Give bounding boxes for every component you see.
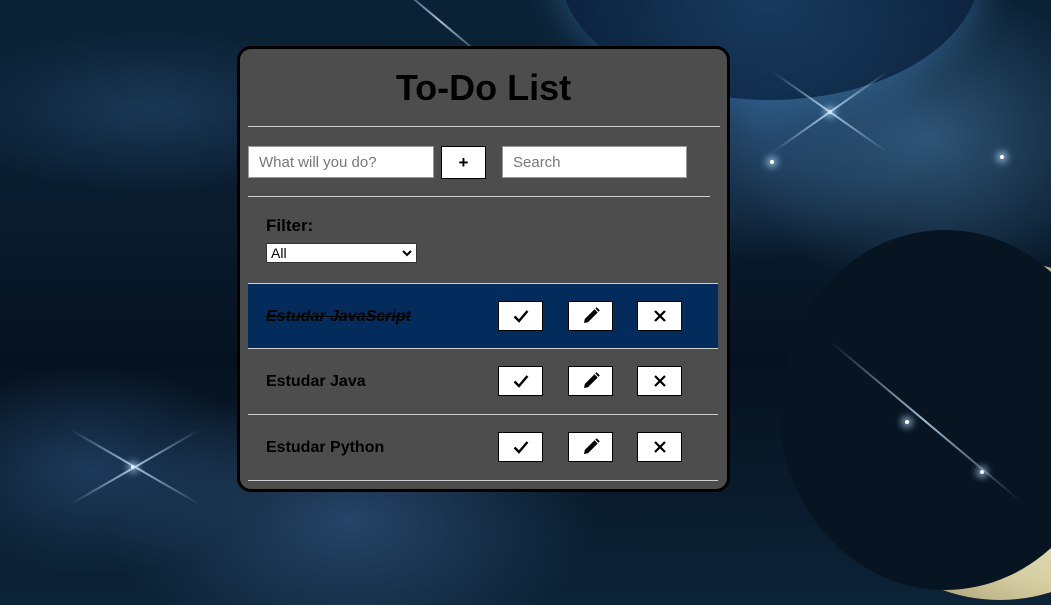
x-icon xyxy=(653,310,666,322)
search-input[interactable] xyxy=(502,146,687,178)
complete-todo-button[interactable] xyxy=(498,432,543,462)
pencil-icon xyxy=(583,307,600,323)
todo-text: Estudar Python xyxy=(266,439,385,456)
chevron-down-icon xyxy=(402,250,412,257)
todo-text: Estudar Java xyxy=(266,373,366,390)
pencil-icon xyxy=(583,438,600,454)
remove-todo-button[interactable] xyxy=(637,301,682,331)
check-icon xyxy=(513,375,528,388)
complete-todo-button[interactable] xyxy=(498,301,543,331)
remove-todo-button[interactable] xyxy=(637,432,682,462)
complete-todo-button[interactable] xyxy=(498,366,543,396)
x-icon xyxy=(653,375,666,387)
remove-todo-button[interactable] xyxy=(637,366,682,396)
todo-text: Estudar JavaScript xyxy=(266,308,411,325)
filter-selected-value: All xyxy=(271,245,287,261)
edit-todo-button[interactable] xyxy=(568,432,613,462)
star xyxy=(770,160,774,164)
page-title: To-Do List xyxy=(395,67,572,108)
edit-todo-button[interactable] xyxy=(568,301,613,331)
filter-select[interactable]: All xyxy=(266,243,417,263)
star xyxy=(905,420,909,424)
x-icon xyxy=(653,441,666,453)
divider xyxy=(248,196,710,197)
todo-panel: To-Do List + Filter: All Estudar JavaScr… xyxy=(237,46,730,492)
todo-item: Estudar Java xyxy=(248,349,718,415)
todo-item: Estudar JavaScript xyxy=(248,283,718,349)
check-icon xyxy=(513,310,528,323)
add-todo-button[interactable]: + xyxy=(441,146,486,179)
edit-todo-button[interactable] xyxy=(568,366,613,396)
todo-item: Estudar Python xyxy=(248,415,718,481)
divider xyxy=(248,126,720,127)
check-icon xyxy=(513,441,528,454)
pencil-icon xyxy=(583,372,600,388)
moon-shadow xyxy=(780,230,1051,590)
star xyxy=(1000,155,1004,159)
filter-label: Filter: xyxy=(266,216,314,235)
new-todo-input[interactable] xyxy=(248,146,434,178)
